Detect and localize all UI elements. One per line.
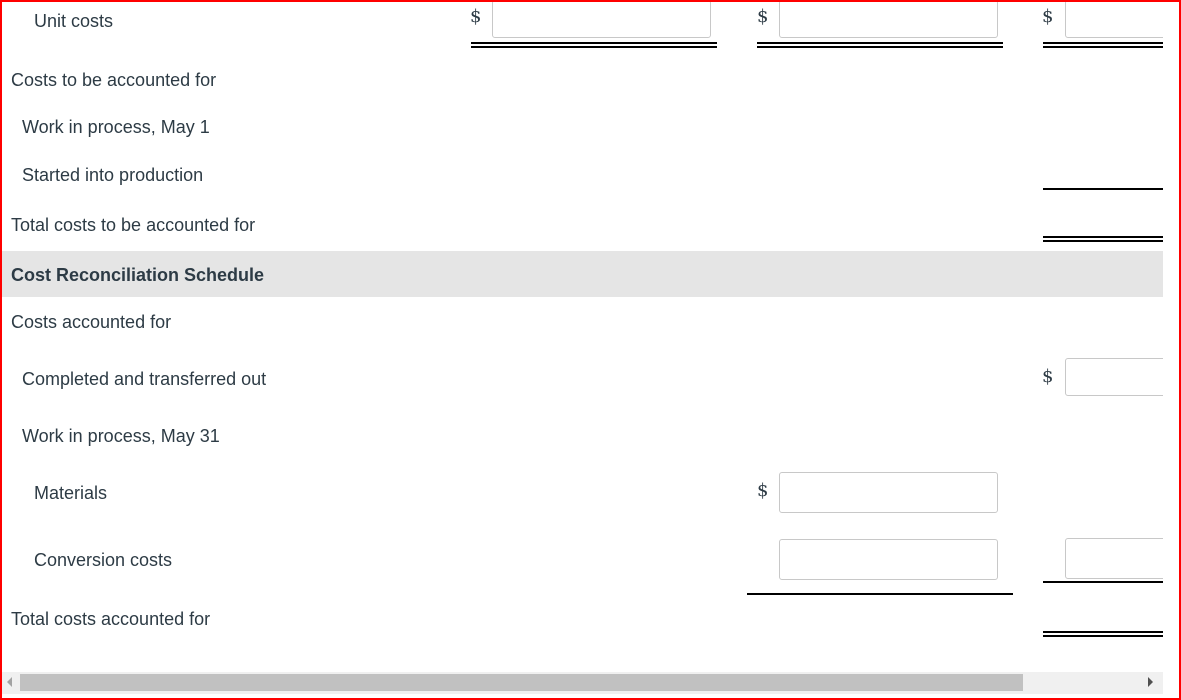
wip-materials-input[interactable] <box>779 472 998 513</box>
double-underline <box>1043 42 1163 48</box>
unit-cost-conversion-input[interactable] <box>779 2 998 38</box>
double-underline <box>1043 236 1163 242</box>
double-underline <box>471 42 717 48</box>
cost-schedule-table: Unit costs $ $ $ Costs to be accounted f… <box>2 2 1163 670</box>
double-underline <box>757 42 1003 48</box>
double-underline <box>1043 631 1163 637</box>
single-underline <box>747 593 1013 595</box>
scrollbar-thumb[interactable] <box>20 674 1023 691</box>
currency-symbol: $ <box>1042 6 1054 27</box>
unit-cost-total-input[interactable] <box>1065 2 1163 38</box>
currency-symbol: $ <box>1042 366 1054 387</box>
unit-cost-materials-input[interactable] <box>492 2 711 38</box>
wip-may31-label: Work in process, May 31 <box>22 426 220 446</box>
wip-may1-label: Work in process, May 1 <box>22 117 210 137</box>
started-into-production-label: Started into production <box>22 165 204 185</box>
single-underline <box>1043 581 1163 583</box>
costs-to-be-accounted-for-heading: Costs to be accounted for <box>11 70 217 90</box>
wip-conversion-input[interactable] <box>779 539 998 580</box>
currency-symbol: $ <box>757 6 769 27</box>
completed-transferred-out-label: Completed and transferred out <box>22 369 267 389</box>
materials-label: Materials <box>34 483 108 503</box>
unit-costs-label: Unit costs <box>34 11 114 31</box>
costs-accounted-for-heading: Costs accounted for <box>11 312 172 332</box>
completed-transferred-out-input[interactable] <box>1065 358 1163 396</box>
total-costs-accounted-for-label: Total costs accounted for <box>11 609 211 629</box>
currency-symbol: $ <box>757 480 769 501</box>
wip-total-input[interactable] <box>1065 538 1163 579</box>
total-costs-to-be-accounted-for-label: Total costs to be accounted for <box>11 215 256 235</box>
single-underline <box>1043 188 1163 190</box>
conversion-costs-label: Conversion costs <box>34 550 173 570</box>
scroll-right-arrow-icon[interactable] <box>1148 677 1153 687</box>
horizontal-scrollbar[interactable] <box>2 672 1163 694</box>
scroll-left-arrow-icon[interactable] <box>7 677 12 687</box>
currency-symbol: $ <box>470 6 482 27</box>
cost-reconciliation-schedule-heading: Cost Reconciliation Schedule <box>11 265 265 285</box>
